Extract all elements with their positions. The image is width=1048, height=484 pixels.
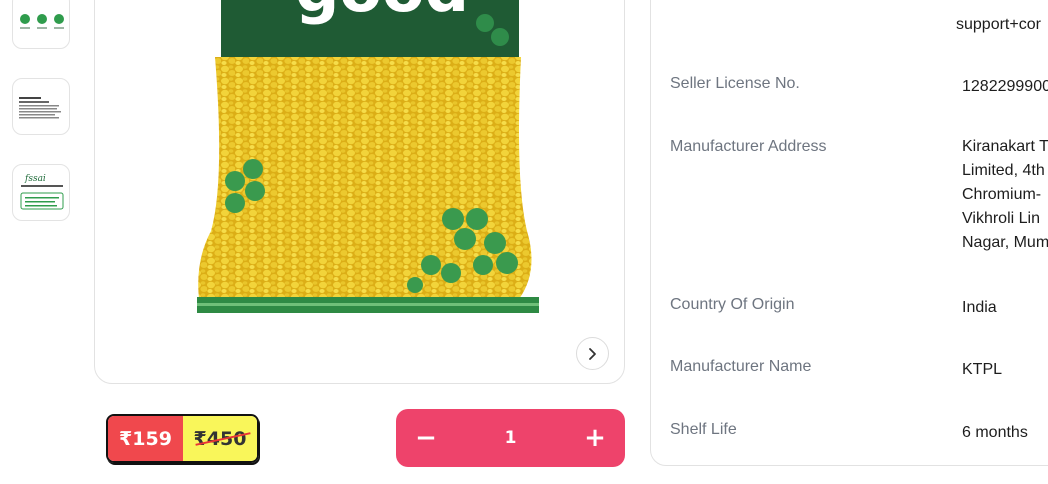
details-label: Manufacturer Name	[670, 358, 812, 375]
brand-logo-text: good	[295, 0, 469, 26]
next-image-button[interactable]	[576, 337, 609, 370]
details-value: India	[962, 299, 997, 316]
product-image-card: good	[94, 0, 625, 384]
quantity-stepper: − 1 +	[396, 409, 625, 467]
thumbnail-nutrition-icons[interactable]	[12, 0, 70, 49]
thumbnail-manufacturer-text[interactable]	[12, 78, 70, 135]
product-page: fssai good	[0, 0, 1048, 484]
address-line: Limited, 4th	[962, 162, 1045, 179]
product-details-panel: support+cor Seller License No. 128229990…	[650, 0, 1048, 466]
details-label: Seller License No.	[670, 75, 800, 92]
address-line: Kiranakart T	[962, 138, 1048, 155]
decrement-button[interactable]: −	[396, 409, 456, 467]
address-line: Chromium-	[962, 186, 1042, 203]
details-value: 12822999000	[962, 78, 1048, 95]
product-image: good	[197, 0, 539, 313]
increment-button[interactable]: +	[565, 409, 625, 467]
details-value: KTPL	[962, 361, 1003, 378]
details-value: 6 months	[962, 424, 1028, 441]
price-badge: ₹159 ₹450	[106, 414, 259, 463]
details-label: Country Of Origin	[670, 296, 795, 313]
chevron-right-icon	[588, 347, 596, 360]
address-line: Nagar, Mum	[962, 234, 1048, 251]
sale-price: ₹159	[108, 416, 183, 461]
details-value-address: Kiranakart T Limited, 4th Chromium- Vikh…	[962, 135, 1048, 255]
fssai-logo-text: fssai	[24, 174, 46, 184]
mrp-price: ₹450	[183, 416, 257, 461]
quantity-value: 1	[504, 428, 517, 448]
details-label: Shelf Life	[670, 421, 737, 438]
thumbnail-fssai-label[interactable]: fssai	[12, 164, 70, 221]
address-line: Vikhroli Lin	[962, 210, 1040, 227]
details-label: Manufacturer Address	[670, 138, 827, 155]
support-value: support+cor	[956, 16, 1041, 33]
